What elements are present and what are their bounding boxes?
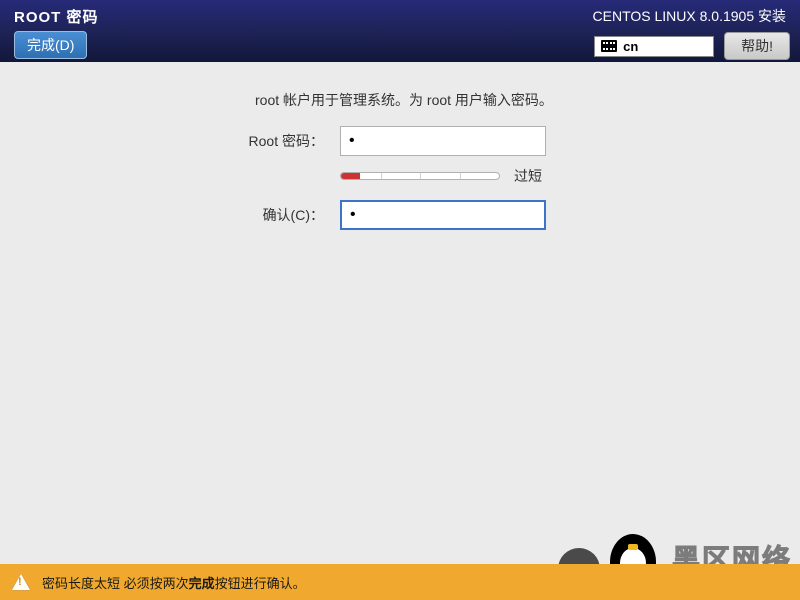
warning-icon: [12, 574, 30, 590]
keyboard-layout-label: cn: [623, 39, 638, 54]
password-strength-meter: [340, 172, 500, 180]
root-password-input[interactable]: [340, 126, 546, 156]
header-right: CENTOS LINUX 8.0.1905 安装 cn 帮助!: [593, 6, 790, 56]
password-label: Root 密码：: [40, 131, 340, 151]
keyboard-icon: [601, 40, 617, 52]
done-button[interactable]: 完成(D): [14, 31, 87, 59]
password-strength-row: 过短: [340, 166, 760, 186]
header-left: ROOT 密码 完成(D): [10, 6, 99, 56]
warning-message: 密码长度太短 必须按两次完成按钮进行确认。: [42, 573, 306, 592]
confirm-row: 确认(C)：: [40, 200, 760, 230]
password-row: Root 密码：: [40, 126, 760, 156]
confirm-label: 确认(C)：: [40, 205, 340, 225]
help-button[interactable]: 帮助!: [724, 32, 790, 60]
installer-title: CENTOS LINUX 8.0.1905 安装: [593, 6, 786, 26]
main-content: root 帐户用于管理系统。为 root 用户输入密码。 Root 密码： 过短…: [0, 62, 800, 230]
header-bar: ROOT 密码 完成(D) CENTOS LINUX 8.0.1905 安装 c…: [0, 0, 800, 62]
description-text: root 帐户用于管理系统。为 root 用户输入密码。: [255, 90, 760, 110]
header-controls: cn 帮助!: [594, 32, 790, 60]
confirm-password-input[interactable]: [340, 200, 546, 230]
password-strength-label: 过短: [514, 166, 542, 186]
warning-bar: 密码长度太短 必须按两次完成按钮进行确认。: [0, 564, 800, 600]
keyboard-layout-selector[interactable]: cn: [594, 36, 714, 57]
page-title: ROOT 密码: [14, 6, 99, 27]
